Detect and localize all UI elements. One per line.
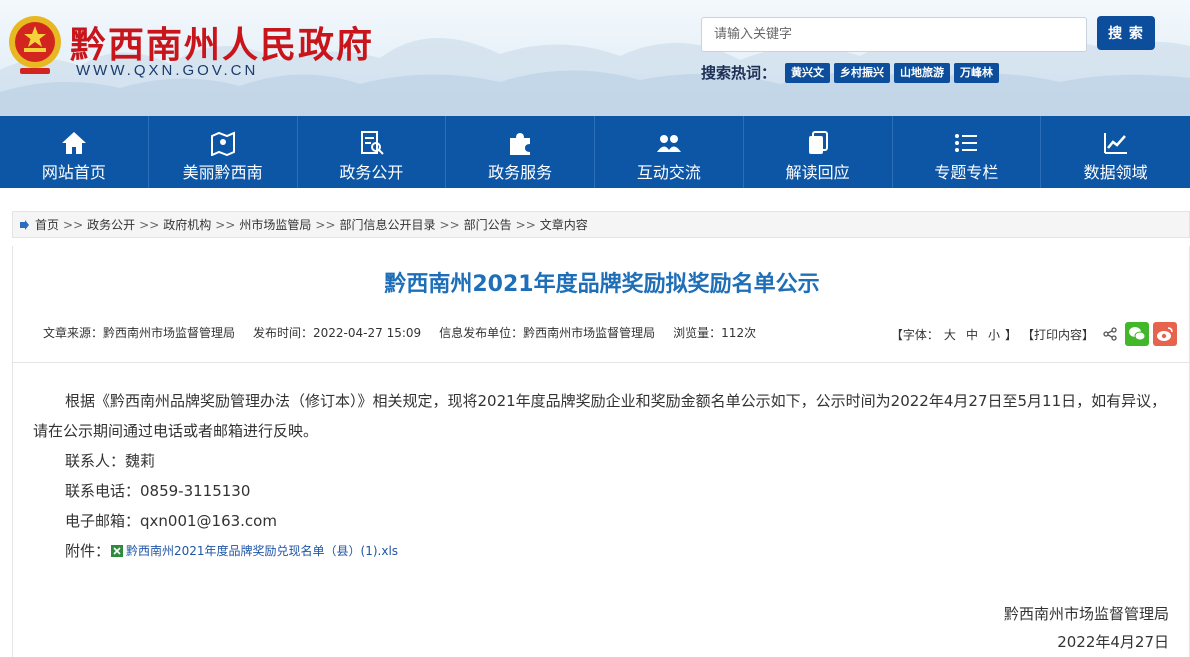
hot-keywords-list: 黄兴文 乡村振兴 山地旅游 万峰林 xyxy=(785,63,999,83)
attachment-label: 附件： xyxy=(65,542,111,560)
font-size-large-button[interactable]: 大 xyxy=(944,326,956,343)
nav-item-beautiful-qxn[interactable]: 美丽黔西南 xyxy=(149,116,298,188)
people-icon xyxy=(656,135,681,152)
chart-icon xyxy=(1103,133,1127,154)
nav-label: 数据领域 xyxy=(1083,163,1148,182)
wechat-icon[interactable] xyxy=(1125,322,1149,346)
breadcrumb-gov-agencies[interactable]: 政府机构 xyxy=(163,216,211,233)
breadcrumb-separator: >> xyxy=(315,217,336,232)
breadcrumb-separator: >> xyxy=(139,217,160,232)
article-body: 根据《黔西南州品牌奖励管理办法（修订本）》相关规定，现将2021年度品牌奖励企业… xyxy=(33,386,1173,566)
nav-item-gov-services[interactable]: 政务服务 xyxy=(446,116,595,188)
contact-phone: 联系电话：0859-3115130 xyxy=(65,482,251,500)
nav-label: 网站首页 xyxy=(41,163,106,182)
article-publisher: 信息发布单位：黔西南州市场监督管理局 xyxy=(439,326,656,340)
breadcrumb-home[interactable]: 首页 xyxy=(35,216,59,233)
document-search-icon xyxy=(361,131,385,155)
share-icon[interactable] xyxy=(1103,327,1117,341)
search-input[interactable] xyxy=(701,17,1087,52)
breadcrumb-separator: >> xyxy=(515,217,536,232)
national-emblem-icon xyxy=(9,16,61,74)
breadcrumb-separator: >> xyxy=(439,217,460,232)
hot-keyword-tag[interactable]: 黄兴文 xyxy=(785,63,830,83)
nav-item-gov-affairs[interactable]: 政务公开 xyxy=(298,116,447,188)
article: 黔西南州2021年度品牌奖励拟奖励名单公示 文章来源：黔西南州市场监督管理局 发… xyxy=(12,246,1190,657)
font-size-small-button[interactable]: 小 xyxy=(988,326,1000,343)
print-button[interactable]: 【打印内容】 xyxy=(1022,326,1094,343)
breadcrumb-market-bureau[interactable]: 州市场监管局 xyxy=(239,216,311,233)
article-title: 黔西南州2021年度品牌奖励拟奖励名单公示 xyxy=(384,272,820,297)
nav-item-home[interactable]: 网站首页 xyxy=(0,116,149,188)
font-size-medium-button[interactable]: 中 xyxy=(966,326,978,343)
nav-label: 政务公开 xyxy=(339,163,404,182)
attachment-row: 附件： 黔西南州2021年度品牌奖励兑现名单（县）(1).xls xyxy=(33,536,1173,566)
contact-person: 联系人：魏莉 xyxy=(65,452,156,470)
nav-label: 解读回应 xyxy=(785,163,850,182)
article-tools: 【字体： 大 中 小 】 【打印内容】 xyxy=(891,322,1177,346)
puzzle-icon xyxy=(510,133,531,155)
nav-label: 美丽黔西南 xyxy=(182,163,263,182)
excel-file-icon xyxy=(111,545,124,557)
breadcrumb-announcements[interactable]: 部门公告 xyxy=(464,216,512,233)
nav-item-interaction[interactable]: 互动交流 xyxy=(595,116,744,188)
breadcrumb-separator: >> xyxy=(63,217,84,232)
hot-keywords-label: 搜索热词： xyxy=(701,64,777,82)
font-size-suffix: 】 xyxy=(1004,327,1017,342)
article-publish-time: 发布时间：2022-04-27 15:09 xyxy=(253,326,422,340)
hot-keyword-tag[interactable]: 山地旅游 xyxy=(894,63,950,83)
breadcrumb-separator: >> xyxy=(215,217,236,232)
article-views: 浏览量：112次 xyxy=(673,326,757,340)
weibo-icon[interactable] xyxy=(1153,322,1177,346)
nav-label: 互动交流 xyxy=(636,163,701,182)
nav-item-special-topics[interactable]: 专题专栏 xyxy=(893,116,1042,188)
hot-keyword-tag[interactable]: 乡村振兴 xyxy=(834,63,890,83)
search-button[interactable]: 搜 索 xyxy=(1097,16,1155,50)
nav-item-data-fields[interactable]: 数据领域 xyxy=(1041,116,1190,188)
breadcrumb: 首页 >> 政务公开 >> 政府机构 >> 州市场监管局 >> 部门信息公开目录… xyxy=(12,211,1190,238)
breadcrumb-current: 文章内容 xyxy=(539,218,588,232)
files-icon xyxy=(808,131,828,154)
main-nav: 网站首页 美丽黔西南 政务公开 政务服务 互动交流 解读回应 专题专栏 数据领域 xyxy=(0,116,1190,188)
divider xyxy=(13,362,1190,363)
list-icon xyxy=(955,134,978,152)
nav-label: 专题专栏 xyxy=(934,163,999,182)
breadcrumb-info-catalog[interactable]: 部门信息公开目录 xyxy=(340,216,436,233)
attachment-link[interactable]: 黔西南州2021年度品牌奖励兑现名单（县）(1).xls xyxy=(126,536,398,566)
article-paragraph: 根据《黔西南州品牌奖励管理办法（修订本）》相关规定，现将2021年度品牌奖励企业… xyxy=(33,392,1167,440)
home-icon xyxy=(61,132,86,154)
map-icon xyxy=(210,131,235,156)
breadcrumb-gov-affairs[interactable]: 政务公开 xyxy=(87,216,135,233)
hot-keyword-tag[interactable]: 万峰林 xyxy=(954,63,999,83)
site-header: 黔西南州人民政府 WWW.QXN.GOV.CN 搜 索 搜索热词： 黄兴文 乡村… xyxy=(0,0,1190,116)
signature-date: 2022年4月27日 xyxy=(1057,633,1169,651)
article-source: 文章来源：黔西南州市场监督管理局 xyxy=(43,326,236,340)
arrow-right-icon xyxy=(20,219,29,230)
site-title[interactable]: 黔西南州人民政府 xyxy=(70,16,374,68)
article-meta: 文章来源：黔西南州市场监督管理局 发布时间：2022-04-27 15:09 信… xyxy=(43,324,756,341)
font-size-prefix: 【字体： xyxy=(890,327,939,342)
nav-label: 政务服务 xyxy=(488,163,553,182)
site-url: WWW.QXN.GOV.CN xyxy=(76,62,259,79)
article-signature: 黔西南州市场监督管理局 2022年4月27日 xyxy=(1004,600,1169,656)
contact-email: 电子邮箱：qxn001@163.com xyxy=(65,512,277,530)
nav-item-interpretation[interactable]: 解读回应 xyxy=(744,116,893,188)
signature-org: 黔西南州市场监督管理局 xyxy=(1003,605,1169,623)
